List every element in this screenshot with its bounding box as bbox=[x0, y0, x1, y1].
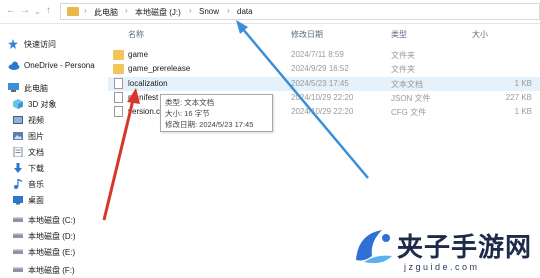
red-arrow bbox=[102, 88, 140, 221]
blue-arrow bbox=[236, 20, 369, 179]
watermark-logo-icon bbox=[356, 230, 392, 264]
watermark: 夹子手游网 jzguide.com bbox=[352, 222, 540, 278]
watermark-url: jzguide.com bbox=[404, 262, 480, 272]
watermark-title: 夹子手游网 bbox=[397, 233, 533, 263]
